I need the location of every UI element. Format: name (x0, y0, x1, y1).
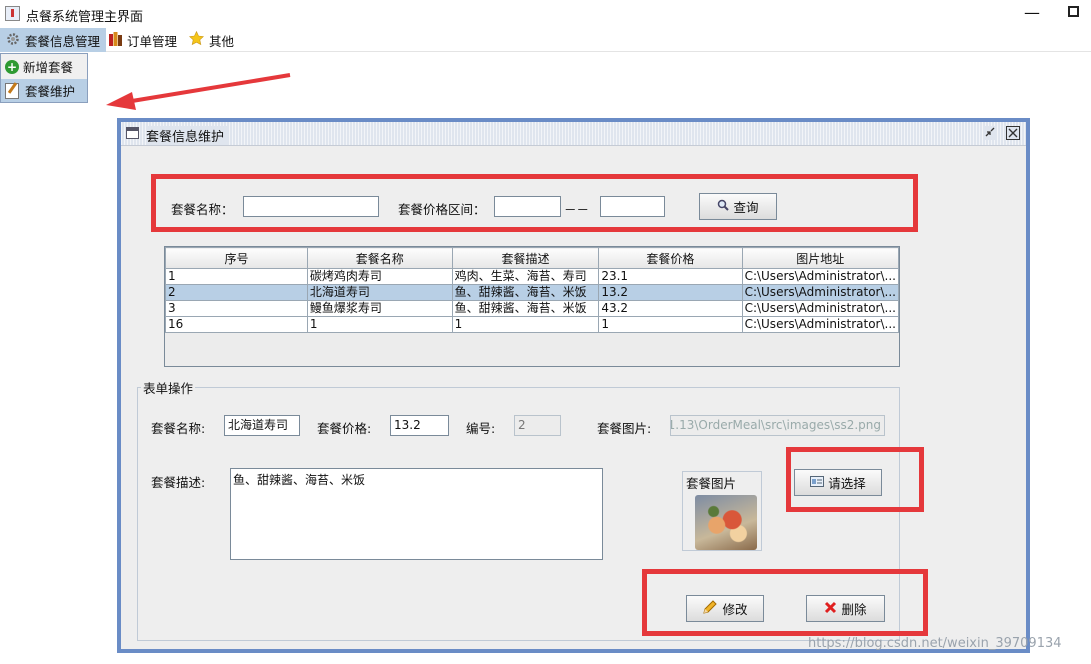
gear-icon (6, 32, 20, 49)
column-header-name[interactable]: 套餐名称 (306, 247, 453, 269)
delete-button[interactable]: 删除 (806, 595, 885, 622)
annotation-arrow (106, 73, 291, 110)
table-row-selected[interactable]: 2 北海道寿司 鱼、甜辣酱、海苔、米饭 13.2 C:\Users\Admini… (165, 284, 900, 301)
cell-description: 1 (451, 316, 600, 333)
window-title: 点餐系统管理主界面 (26, 10, 144, 25)
column-header-image-path[interactable]: 图片地址 (741, 247, 900, 269)
price-from-input[interactable] (494, 196, 561, 217)
menu-package-info[interactable]: 套餐信息管理 (0, 28, 107, 52)
column-header-id[interactable]: 序号 (165, 247, 308, 269)
cell-price: 43.2 (598, 300, 743, 317)
cell-id: 1 (165, 268, 308, 285)
maximize-button[interactable] (1068, 6, 1079, 17)
query-button-label: 查询 (733, 200, 759, 215)
form-name-label: 套餐名称: (151, 421, 206, 436)
picture-icon (810, 475, 825, 490)
delete-x-icon (824, 601, 837, 617)
table-row[interactable]: 1 碳烤鸡肉寿司 鸡肉、生菜、海苔、寿司 23.1 C:\Users\Admin… (165, 268, 900, 285)
cell-name: 碳烤鸡肉寿司 (306, 268, 453, 285)
frame-title-bar[interactable]: 套餐信息维护 (121, 122, 1026, 146)
cell-image-path: C:\Users\Administrator\... (741, 268, 900, 285)
edit-icon (5, 82, 19, 99)
search-price-range-label: 套餐价格区间： (398, 202, 486, 217)
books-icon (109, 31, 122, 49)
cell-name: 鳗鱼爆浆寿司 (306, 300, 453, 317)
price-range-separator: －－ (564, 202, 590, 217)
cell-id: 16 (165, 316, 308, 333)
menu-package-info-label: 套餐信息管理 (25, 33, 101, 49)
cell-image-path: C:\Users\Administrator\... (741, 300, 900, 317)
form-price-label: 套餐价格: (317, 421, 372, 436)
menu-other-label: 其他 (209, 33, 235, 49)
package-table: 序号 套餐名称 套餐描述 套餐价格 图片地址 1 碳烤鸡肉寿司 鸡肉、生菜、海苔… (164, 246, 900, 367)
close-icon[interactable] (1006, 126, 1020, 140)
column-header-description[interactable]: 套餐描述 (451, 247, 600, 269)
cell-description: 鱼、甜辣酱、海苔、米饭 (451, 284, 600, 301)
cell-image-path: C:\Users\Administrator\... (741, 316, 900, 333)
price-to-input[interactable] (600, 196, 665, 217)
cell-id: 3 (165, 300, 308, 317)
form-id-input: 2 (514, 415, 561, 436)
choose-image-button[interactable]: 请选择 (794, 469, 882, 496)
cell-name: 北海道寿司 (306, 284, 453, 301)
delete-button-label: 删除 (841, 602, 867, 617)
cell-id: 2 (165, 284, 308, 301)
modify-button[interactable]: 修改 (686, 595, 764, 622)
restore-icon[interactable] (983, 126, 997, 140)
form-name-input[interactable]: 北海道寿司 (224, 415, 300, 436)
form-description-textarea[interactable]: 鱼、甜辣酱、海苔、米饭 (230, 468, 603, 560)
cell-price: 23.1 (598, 268, 743, 285)
table-row[interactable]: 16 1 1 1 C:\Users\Administrator\... (165, 316, 900, 333)
menu-orders-label: 订单管理 (127, 33, 178, 49)
menu-orders[interactable]: 订单管理 (103, 28, 183, 52)
actions-highlight-box (642, 569, 928, 636)
column-header-price[interactable]: 套餐价格 (598, 247, 743, 269)
menu-bar: 套餐信息管理 订单管理 其他 (0, 28, 1091, 52)
menu-item-add-package[interactable]: + 新增套餐 (1, 55, 87, 78)
choose-image-button-label: 请选择 (828, 476, 866, 491)
form-image-path-input: op\1.13\OrderMeal\src\images\ss2.png (670, 415, 885, 436)
cell-image-path: C:\Users\Administrator\... (741, 284, 900, 301)
menu-item-maintain-package-label: 套餐维护 (25, 84, 76, 99)
form-id-label: 编号: (466, 421, 496, 436)
search-name-input[interactable] (243, 196, 379, 217)
star-icon (188, 30, 205, 49)
modify-button-label: 修改 (722, 602, 748, 617)
menu-item-maintain-package[interactable]: 套餐维护 (1, 79, 87, 102)
cell-name: 1 (306, 316, 453, 333)
form-image-label: 套餐图片: (597, 421, 652, 436)
form-price-input[interactable]: 13.2 (390, 415, 449, 436)
menu-item-add-package-label: 新增套餐 (23, 60, 74, 75)
package-menu-dropdown: + 新增套餐 套餐维护 (0, 53, 88, 103)
search-icon (717, 199, 730, 214)
cell-price: 1 (598, 316, 743, 333)
form-description-label: 套餐描述: (151, 475, 206, 490)
sushi-image (695, 495, 757, 550)
pencil-icon (702, 599, 718, 618)
query-button[interactable]: 查询 (699, 193, 777, 220)
search-name-label: 套餐名称： (171, 202, 234, 217)
image-preview-title: 套餐图片 (686, 476, 737, 491)
table-header-row: 序号 套餐名称 套餐描述 套餐价格 图片地址 (165, 247, 900, 269)
package-maintenance-frame: 套餐信息维护 套餐名称： 套餐价格区间： －－ 查询 序号 套餐名称 套餐描述 (117, 118, 1030, 653)
minimize-button[interactable]: — (1024, 3, 1040, 22)
plus-circle-icon: + (5, 59, 19, 74)
java-app-icon (5, 6, 20, 21)
watermark: https://blog.csdn.net/weixin_39709134 (808, 636, 1062, 651)
window-title-bar: 点餐系统管理主界面 — (0, 0, 1091, 28)
cell-description: 鱼、甜辣酱、海苔、米饭 (451, 300, 600, 317)
cell-description: 鸡肉、生菜、海苔、寿司 (451, 268, 600, 285)
table-row[interactable]: 3 鳗鱼爆浆寿司 鱼、甜辣酱、海苔、米饭 43.2 C:\Users\Admin… (165, 300, 900, 317)
menu-other[interactable]: 其他 (183, 28, 240, 52)
frame-window-icon (126, 127, 139, 139)
frame-title: 套餐信息维护 (146, 126, 229, 145)
cell-price: 13.2 (598, 284, 743, 301)
form-operations-legend: 表单操作 (141, 378, 196, 397)
